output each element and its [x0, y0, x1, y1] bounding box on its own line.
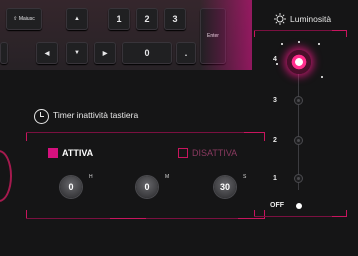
hours-unit: H	[89, 174, 93, 180]
key-dot[interactable]: .	[176, 42, 196, 64]
sparkle	[298, 41, 300, 43]
sparkle	[281, 43, 283, 45]
panel-frame-mid	[110, 214, 146, 219]
level-2-dot[interactable]	[294, 136, 303, 145]
seconds-unit: S	[243, 174, 247, 180]
key-3[interactable]: 3	[164, 8, 186, 30]
key-partial[interactable]	[0, 42, 8, 64]
luminosity-knob-level-4[interactable]	[287, 50, 311, 74]
timer-title: Timer inattività tastiera	[53, 110, 139, 120]
key-up-arrow[interactable]: ▲	[66, 8, 88, 30]
timer-icon	[34, 109, 49, 124]
minutes-selector[interactable]: 0	[136, 176, 158, 198]
level-1-dot[interactable]	[294, 174, 303, 183]
luminosity-frame-corner	[254, 30, 269, 37]
level-4-label[interactable]: 4	[273, 56, 277, 63]
level-3-label[interactable]: 3	[273, 97, 277, 104]
decorative-arc	[0, 150, 12, 202]
level-off-dot[interactable]	[296, 203, 302, 209]
level-off-label[interactable]: OFF	[270, 202, 284, 209]
key-2[interactable]: 2	[136, 8, 158, 30]
luminosity-track	[298, 70, 299, 190]
sparkle	[318, 43, 320, 45]
luminosity-frame-corner	[332, 210, 347, 217]
sparkle	[276, 63, 278, 65]
timer-off-label[interactable]: DISATTIVA	[192, 148, 237, 158]
key-0[interactable]: 0	[122, 42, 172, 64]
key-left-arrow[interactable]: ◀	[36, 42, 58, 64]
luminosity-title: Luminosità	[290, 14, 332, 24]
sparkle	[321, 76, 323, 78]
key-1[interactable]: 1	[108, 8, 130, 30]
panel-frame-corner	[26, 132, 47, 141]
luminosity-frame-corner	[332, 30, 347, 37]
timer-on-label[interactable]: ATTIVA	[62, 148, 93, 158]
panel-frame-top	[26, 132, 264, 133]
minutes-unit: M	[165, 174, 170, 180]
keyboard-preview: ⇧ Maiusc ▲ 1 2 3 Enter ◀ ▼ ▶ 0 .	[0, 0, 252, 70]
level-1-label[interactable]: 1	[273, 175, 277, 182]
timer-on-checkbox[interactable]	[48, 148, 58, 158]
seconds-selector[interactable]: 30	[214, 176, 236, 198]
timer-off-checkbox[interactable]	[178, 148, 188, 158]
level-2-label[interactable]: 2	[273, 137, 277, 144]
level-3-dot[interactable]	[294, 96, 303, 105]
key-shift[interactable]: ⇧ Maiusc	[6, 8, 42, 30]
app-window: ⇧ Maiusc ▲ 1 2 3 Enter ◀ ▼ ▶ 0 . Timer i…	[0, 0, 358, 256]
key-down-arrow[interactable]: ▼	[66, 42, 88, 64]
key-enter[interactable]: Enter	[200, 8, 226, 64]
sun-icon	[274, 13, 286, 25]
hours-selector[interactable]: 0	[60, 176, 82, 198]
key-right-arrow[interactable]: ▶	[94, 42, 116, 64]
panel-frame-corner	[244, 132, 265, 141]
